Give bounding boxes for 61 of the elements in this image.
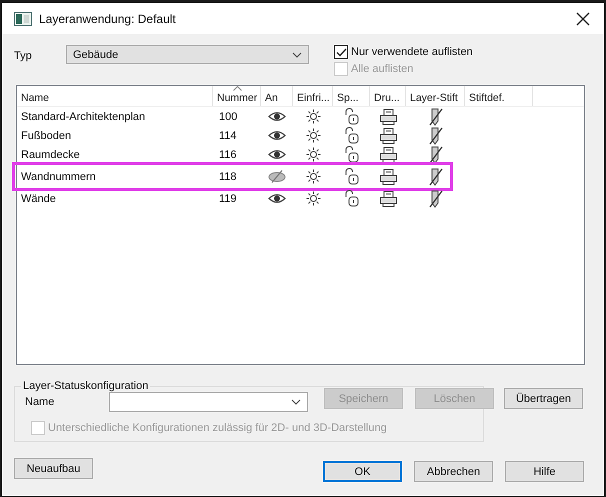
chevron-down-icon bbox=[291, 399, 301, 405]
dialog-button[interactable]: Hilfe bbox=[505, 461, 584, 482]
dialog-button[interactable]: Neuaufbau bbox=[14, 458, 93, 479]
table-cell-text: 118 bbox=[218, 170, 238, 182]
open-lock-icon[interactable] bbox=[344, 127, 358, 144]
checkbox-label: Alle auflisten bbox=[351, 63, 414, 75]
typ-label: Typ bbox=[14, 49, 33, 62]
column-header[interactable]: Stiftdef. bbox=[465, 86, 533, 106]
sun-icon[interactable] bbox=[306, 169, 320, 184]
dialog-button[interactable]: Abbrechen bbox=[414, 461, 493, 482]
eye-icon[interactable] bbox=[268, 130, 286, 141]
crossed-pen-icon[interactable] bbox=[428, 168, 442, 186]
crossed-pen-icon[interactable] bbox=[428, 126, 442, 144]
app-icon bbox=[14, 12, 32, 26]
printer-icon[interactable] bbox=[380, 168, 396, 184]
table-cell-text: 114 bbox=[218, 130, 238, 142]
dialog-button[interactable]: OK bbox=[323, 461, 402, 482]
printer-icon[interactable] bbox=[380, 128, 396, 144]
sun-icon[interactable] bbox=[306, 191, 320, 206]
open-lock-icon[interactable] bbox=[344, 108, 358, 125]
printer-icon[interactable] bbox=[380, 108, 396, 124]
sun-icon[interactable] bbox=[306, 109, 320, 124]
checkbox-label: Unterschiedliche Konfigurationen zulässig für 2D- und 3D-Darstellung bbox=[48, 422, 387, 434]
column-header[interactable]: Name bbox=[17, 86, 213, 106]
checkbox-label: Nur verwendete auflisten bbox=[351, 46, 473, 58]
printer-icon[interactable] bbox=[380, 190, 396, 206]
open-lock-icon[interactable] bbox=[344, 168, 358, 185]
table-cell-text: 119 bbox=[218, 192, 238, 204]
column-header[interactable]: Einfri... bbox=[293, 86, 333, 106]
eye-icon[interactable] bbox=[268, 111, 286, 122]
typ-dropdown[interactable]: Gebäude bbox=[66, 45, 309, 64]
table-cell-text: Raumdecke bbox=[20, 148, 81, 160]
crossed-pen-icon[interactable] bbox=[428, 146, 442, 164]
table-cell-text: 116 bbox=[218, 148, 238, 160]
column-header[interactable]: An bbox=[261, 86, 293, 106]
group-title: Layer-Statuskonfiguration bbox=[22, 380, 150, 392]
table-cell-text: Wandnummern bbox=[20, 170, 97, 182]
crossed-pen-icon[interactable] bbox=[428, 190, 442, 208]
close-icon[interactable] bbox=[576, 12, 590, 26]
open-lock-icon[interactable] bbox=[344, 146, 358, 163]
crossed-pen-icon[interactable] bbox=[428, 108, 442, 126]
chevron-down-icon bbox=[292, 52, 302, 58]
table-cell-text: Wände bbox=[20, 192, 57, 204]
eye-icon[interactable] bbox=[268, 149, 286, 160]
name-label: Name bbox=[25, 396, 56, 408]
action-button[interactable]: Übertragen bbox=[504, 388, 583, 409]
column-header[interactable]: Layer-Stift bbox=[406, 86, 465, 106]
checkbox[interactable] bbox=[334, 45, 348, 59]
column-header[interactable]: Sp... bbox=[333, 86, 370, 106]
crossed-eye-icon[interactable] bbox=[268, 170, 286, 183]
table-cell-text: 100 bbox=[218, 110, 238, 122]
table-cell-text: Fußboden bbox=[20, 130, 72, 142]
printer-icon[interactable] bbox=[380, 146, 396, 162]
window-title: Layeranwendung: Default bbox=[39, 12, 177, 26]
column-header[interactable]: Nummer bbox=[213, 86, 261, 106]
eye-icon[interactable] bbox=[268, 193, 286, 204]
sun-icon[interactable] bbox=[306, 147, 320, 162]
open-lock-icon[interactable] bbox=[344, 190, 358, 207]
sun-icon[interactable] bbox=[306, 128, 320, 143]
column-header[interactable]: Dru... bbox=[370, 86, 406, 106]
table-cell-text: Standard-Architektenplan bbox=[20, 110, 146, 122]
